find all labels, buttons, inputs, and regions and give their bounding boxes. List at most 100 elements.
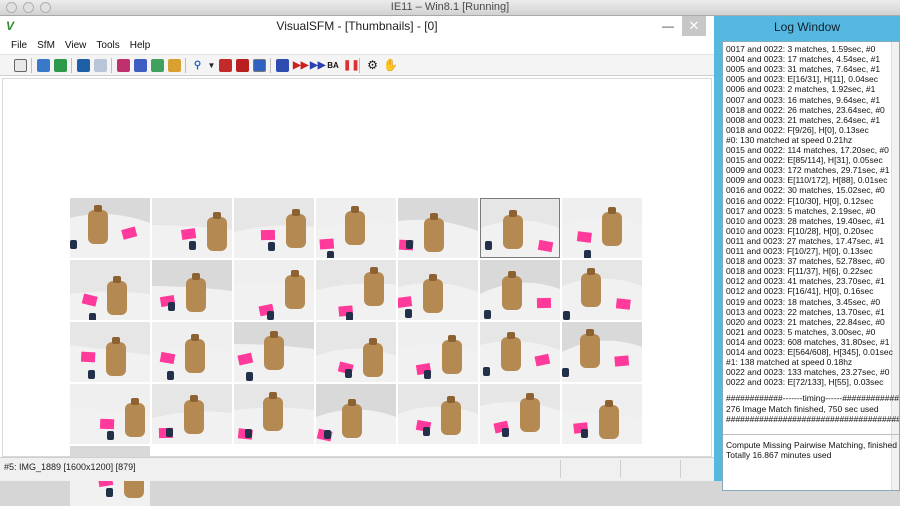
thumbnail[interactable]	[234, 198, 314, 258]
fast-forward-icon[interactable]: ▶▶	[293, 59, 308, 72]
skip-forward-icon[interactable]: ▶▶	[310, 59, 325, 72]
menu-sfm[interactable]: SfM	[32, 38, 60, 54]
thumbnail[interactable]	[234, 260, 314, 320]
log-line: 0009 and 0023: E[110/172], H[88], 0.01se…	[726, 175, 888, 186]
thumbnail-image	[70, 260, 150, 320]
log-output[interactable]: 0017 and 0022: 3 matches, 1.59sec, #0 000…	[722, 41, 900, 491]
log-line: 0018 and 0022: 26 matches, 23.64sec, #0	[726, 104, 885, 115]
thumbnail[interactable]	[562, 198, 642, 258]
log-line: 0016 and 0022: 30 matches, 15.02sec, #0	[726, 185, 885, 196]
thumbnail[interactable]	[316, 260, 396, 320]
toolbar: ⚲ ▼ ▶▶ ▶▶ BA ❚❚ ⚙ ✋	[0, 54, 714, 76]
host-window-title: IE11 – Win8.1 [Running]	[390, 1, 510, 13]
thumbnail[interactable]	[152, 260, 232, 320]
log-line: 0018 and 0022: F[9/26], H[0], 0.13sec	[726, 124, 869, 135]
log-line: 0009 and 0023: 172 matches, 29.71sec, #1	[726, 165, 890, 176]
thumbnail-image	[562, 384, 642, 444]
thumbnail-image	[234, 260, 314, 320]
thumbnail-view[interactable]	[2, 78, 712, 506]
log-divider	[723, 433, 899, 435]
thumbnail[interactable]	[70, 198, 150, 258]
thumbnail[interactable]	[480, 322, 560, 382]
thumbnail[interactable]	[152, 322, 232, 382]
thumbnail-image	[398, 260, 478, 320]
thumbnail[interactable]	[316, 384, 396, 444]
thumbnail[interactable]	[316, 322, 396, 382]
menu-view[interactable]: View	[60, 38, 92, 54]
log-line: ########################################…	[726, 413, 899, 424]
save-icon[interactable]	[77, 59, 90, 72]
thumbnail-image	[562, 322, 642, 382]
reconstruct-icon[interactable]	[276, 59, 289, 72]
thumbnail[interactable]	[562, 260, 642, 320]
log-line: 0014 and 0023: E[564/608], H[345], 0.01s…	[726, 347, 893, 357]
log-line: 0022 and 0023: E[72/133], H[55], 0.03sec	[726, 377, 884, 388]
thumbnail[interactable]	[562, 384, 642, 444]
zoom-icon[interactable]: ⚲	[191, 59, 204, 72]
copy-icon[interactable]	[94, 59, 107, 72]
status-bar: #5: IMG_1889 [1600x1200] [879]	[0, 457, 714, 481]
log-line: 0010 and 0023: F[10/28], H[0], 0.20sec	[726, 225, 874, 236]
bundle-adjust-button[interactable]: BA	[326, 59, 340, 72]
open-multiple-icon[interactable]	[54, 59, 67, 72]
close-button[interactable]: ✕	[682, 16, 706, 36]
log-line: 276 Image Match finished, 750 sec used	[726, 403, 879, 414]
thumbnail-image	[398, 198, 478, 258]
view-mode-3-icon[interactable]	[151, 59, 164, 72]
thumbnail-image	[398, 322, 478, 382]
thumbnail-image	[562, 260, 642, 320]
minimize-button[interactable]: —	[656, 16, 680, 36]
log-line: 0022 and 0023: 133 matches, 23.27sec, #0	[726, 367, 890, 378]
thumbnail-image	[152, 322, 232, 382]
thumbnail[interactable]	[480, 260, 560, 320]
match-icon[interactable]	[219, 59, 232, 72]
thumbnail[interactable]	[152, 198, 232, 258]
status-text: #5: IMG_1889 [1600x1200] [879]	[4, 462, 136, 472]
pause-icon[interactable]: ❚❚	[343, 59, 360, 72]
thumbnail[interactable]	[398, 198, 478, 258]
log-line: #1: 138 matched at speed 0.18hz	[726, 357, 853, 368]
thumbnail-image	[152, 198, 232, 258]
open-folder-icon[interactable]	[37, 59, 50, 72]
log-line: 0011 and 0023: 27 matches, 17.47sec, #1	[726, 235, 885, 246]
thumbnail[interactable]	[398, 260, 478, 320]
dropdown-arrow-icon[interactable]: ▼	[205, 59, 218, 72]
view-mode-2-icon[interactable]	[134, 59, 147, 72]
log-line: 0020 and 0023: 21 matches, 22.84sec, #0	[726, 316, 885, 327]
thumbnail[interactable]	[234, 322, 314, 382]
log-line: 0016 and 0022: F[10/30], H[0], 0.12sec	[726, 195, 874, 206]
thumbnail[interactable]	[398, 384, 478, 444]
log-scrollbar[interactable]	[891, 42, 899, 490]
thumbnail[interactable]	[316, 198, 396, 258]
view-mode-4-icon[interactable]	[168, 59, 181, 72]
menu-tools[interactable]: Tools	[91, 38, 124, 54]
log-line: 0019 and 0023: 18 matches, 3.45sec, #0	[726, 296, 881, 307]
thumbnail[interactable]	[562, 322, 642, 382]
thumbnail[interactable]	[480, 384, 560, 444]
log-window-icon[interactable]	[14, 59, 27, 72]
host-titlebar: IE11 – Win8.1 [Running]	[0, 0, 900, 16]
app-titlebar: V VisualSFM - [Thumbnails] - [0] — ✕	[0, 16, 714, 38]
hand-tool-icon[interactable]: ✋	[383, 59, 398, 72]
log-line: 0010 and 0023: 28 matches, 19.40sec, #1	[726, 215, 885, 226]
log-line: 0018 and 0023: 37 matches, 52.78sec, #0	[726, 256, 885, 267]
thumbnail-image	[70, 322, 150, 382]
log-line: 0017 and 0022: 3 matches, 1.59sec, #0	[726, 44, 876, 54]
view-mode-1-icon[interactable]	[117, 59, 130, 72]
thumbnail[interactable]	[398, 322, 478, 382]
pairwise-icon[interactable]	[253, 59, 266, 72]
log-line: 0015 and 0022: E[85/114], H[31], 0.05sec	[726, 155, 883, 166]
compute-matches-icon[interactable]	[236, 59, 249, 72]
menu-help[interactable]: Help	[125, 38, 156, 54]
menu-file[interactable]: File	[6, 38, 32, 54]
thumbnail[interactable]	[152, 384, 232, 444]
thumbnail[interactable]	[70, 384, 150, 444]
settings-gear-icon[interactable]: ⚙	[366, 59, 379, 72]
thumbnail[interactable]	[234, 384, 314, 444]
thumbnail[interactable]	[480, 198, 560, 258]
thumbnail[interactable]	[70, 322, 150, 382]
thumbnail[interactable]	[70, 260, 150, 320]
app-title: VisualSFM - [Thumbnails] - [0]	[276, 19, 438, 33]
thumbnail-image	[152, 260, 232, 320]
log-line: 0006 and 0023: 2 matches, 1.92sec, #1	[726, 84, 876, 95]
